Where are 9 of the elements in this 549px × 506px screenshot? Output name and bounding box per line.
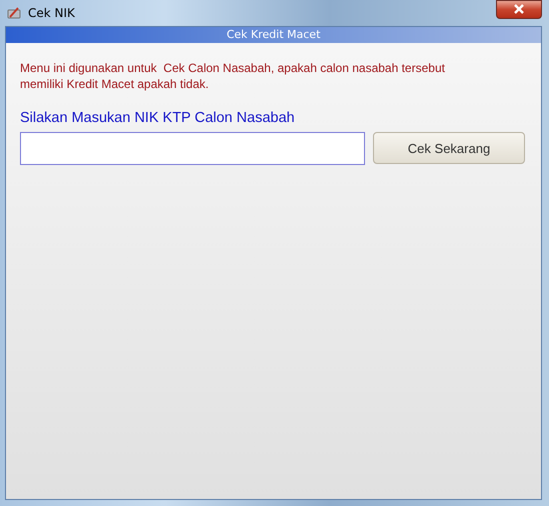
close-button[interactable] — [496, 0, 542, 18]
app-icon — [6, 5, 22, 21]
description-text: Menu ini digunakan untuk Cek Calon Nasabah, apakah calon nasabah tersebut memiliki Kredit Macet apakah tidak. — [20, 60, 446, 92]
panel-header: Cek Kredit Macet — [6, 27, 541, 43]
check-button[interactable]: Cek Sekarang — [373, 132, 525, 164]
window-title: Cek NIK — [28, 6, 75, 20]
nik-prompt-label: Silakan Masukan NIK KTP Calon Nasabah — [20, 110, 296, 126]
nik-input-field[interactable] — [20, 132, 365, 165]
close-icon — [513, 4, 525, 14]
